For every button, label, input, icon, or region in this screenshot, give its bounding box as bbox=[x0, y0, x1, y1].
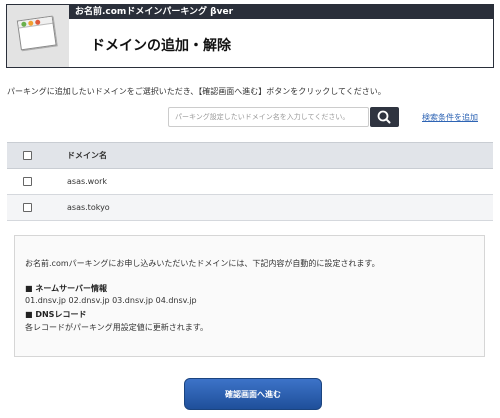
browser-window-icon bbox=[16, 15, 57, 55]
row-check-cell bbox=[7, 194, 47, 221]
page-title: ドメインの追加・解除 bbox=[91, 38, 231, 54]
domain-table: ドメイン名 asas.work asas.tokyo bbox=[7, 142, 493, 221]
row-checkbox[interactable] bbox=[22, 203, 32, 212]
domain-name: asas.tokyo bbox=[47, 194, 493, 221]
nameserver-heading: ■ ネームサーバー情報 bbox=[25, 284, 108, 293]
dns-record-description: 各レコードがパーキング用設定値に更新されます。 bbox=[25, 323, 208, 332]
header-icon-box bbox=[7, 5, 69, 67]
proceed-to-confirm-button[interactable]: 確認画面へ進む bbox=[184, 378, 322, 410]
dns-record-heading: ■ DNSレコード bbox=[25, 310, 87, 319]
domain-search-input[interactable] bbox=[168, 107, 369, 127]
instruction-text: パーキングに追加したいドメインをご選択いただき、【確認画面へ進む】ボタンをクリッ… bbox=[7, 87, 386, 96]
search-button[interactable] bbox=[370, 107, 399, 127]
table-row[interactable]: asas.tokyo bbox=[7, 194, 493, 221]
table-header-row: ドメイン名 bbox=[7, 142, 493, 169]
row-check-cell bbox=[7, 168, 47, 195]
select-all-checkbox[interactable] bbox=[22, 151, 32, 160]
domain-column-header: ドメイン名 bbox=[47, 142, 493, 169]
info-intro: お名前.comパーキングにお申し込みいただいたドメインには、下記内容が自動的に設… bbox=[25, 259, 380, 268]
select-all-cell bbox=[7, 142, 47, 169]
row-checkbox[interactable] bbox=[22, 177, 32, 186]
app-title: お名前.comドメインパーキング βver bbox=[75, 7, 234, 17]
search-icon bbox=[377, 110, 391, 124]
page-header: お名前.comドメインパーキング βver ドメインの追加・解除 bbox=[6, 4, 494, 68]
table-row[interactable]: asas.work bbox=[7, 168, 493, 195]
add-search-condition-link[interactable]: 検索条件を追加 bbox=[422, 112, 478, 123]
auto-settings-info-box: お名前.comパーキングにお申し込みいただいたドメインには、下記内容が自動的に設… bbox=[14, 235, 485, 357]
nameserver-values: 01.dnsv.jp 02.dnsv.jp 03.dnsv.jp 04.dnsv… bbox=[25, 296, 197, 305]
domain-name: asas.work bbox=[47, 168, 493, 195]
